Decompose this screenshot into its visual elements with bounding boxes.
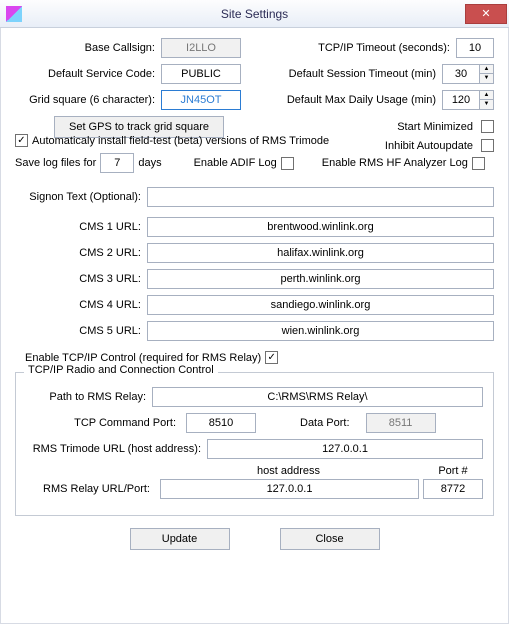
rms-path-label: Path to RMS Relay: <box>26 391 146 403</box>
cms5-label: CMS 5 URL: <box>15 325 141 337</box>
cmd-port-label: TCP Command Port: <box>26 417 176 429</box>
tcp-timeout-field[interactable] <box>456 38 494 58</box>
trimode-url-field[interactable] <box>207 439 483 459</box>
enable-tcpctrl-checkbox[interactable]: ✓ <box>265 351 278 364</box>
max-daily-stepper[interactable]: ▲▼ <box>442 90 494 110</box>
max-daily-field[interactable] <box>442 90 480 110</box>
tcp-timeout-label: TCP/IP Timeout (seconds): <box>318 42 450 54</box>
trimode-url-label: RMS Trimode URL (host address): <box>26 443 201 455</box>
base-callsign-label: Base Callsign: <box>15 42 155 54</box>
cms2-label: CMS 2 URL: <box>15 247 141 259</box>
enable-adif-checkbox[interactable] <box>281 157 294 170</box>
save-log-label-pre: Save log files for <box>15 157 96 169</box>
start-minimized-checkbox[interactable] <box>481 120 494 133</box>
save-log-label-post: days <box>138 157 161 169</box>
window-title: Site Settings <box>0 7 509 21</box>
inhibit-autoupdate-checkbox[interactable] <box>481 139 494 152</box>
cms1-field[interactable] <box>147 217 494 237</box>
service-code-label: Default Service Code: <box>15 68 155 80</box>
grid-field[interactable] <box>161 90 241 110</box>
save-log-days-field[interactable] <box>100 153 134 173</box>
relay-url-field[interactable] <box>160 479 419 499</box>
service-code-field[interactable] <box>161 64 241 84</box>
auto-install-checkbox[interactable]: ✓ <box>15 134 28 147</box>
enable-analyzer-label: Enable RMS HF Analyzer Log <box>322 157 468 169</box>
enable-analyzer-checkbox[interactable] <box>472 157 485 170</box>
grid-label: Grid square (6 character): <box>15 94 155 106</box>
cms3-label: CMS 3 URL: <box>15 273 141 285</box>
signon-field[interactable] <box>147 187 494 207</box>
client-area: Base Callsign: Default Service Code: Gri… <box>0 28 509 624</box>
cms5-field[interactable] <box>147 321 494 341</box>
session-timeout-stepper[interactable]: ▲▼ <box>442 64 494 84</box>
cms1-label: CMS 1 URL: <box>15 221 141 233</box>
cms4-field[interactable] <box>147 295 494 315</box>
titlebar: Site Settings ✕ <box>0 0 509 28</box>
enable-tcpctrl-label: Enable TCP/IP Control (required for RMS … <box>25 352 261 364</box>
tcpctrl-group: TCP/IP Radio and Connection Control Path… <box>15 372 494 516</box>
start-minimized-label: Start Minimized <box>397 121 473 133</box>
update-button[interactable]: Update <box>130 528 230 550</box>
host-address-header: host address <box>154 465 423 477</box>
relay-port-field[interactable] <box>423 479 483 499</box>
tcpctrl-legend: TCP/IP Radio and Connection Control <box>24 364 218 376</box>
signon-label: Signon Text (Optional): <box>15 191 141 203</box>
session-timeout-field[interactable] <box>442 64 480 84</box>
close-button[interactable]: Close <box>280 528 380 550</box>
cms4-label: CMS 4 URL: <box>15 299 141 311</box>
auto-install-label: Automaticaly install field-test (beta) v… <box>32 135 329 147</box>
data-port-field <box>366 413 436 433</box>
port-header: Port # <box>423 465 483 477</box>
session-timeout-label: Default Session Timeout (min) <box>289 68 436 80</box>
cmd-port-field[interactable] <box>186 413 256 433</box>
cms3-field[interactable] <box>147 269 494 289</box>
spinner-icon[interactable]: ▲▼ <box>480 90 494 110</box>
inhibit-autoupdate-label: Inhibit Autoupdate <box>385 140 473 152</box>
max-daily-label: Default Max Daily Usage (min) <box>287 94 436 106</box>
cms2-field[interactable] <box>147 243 494 263</box>
base-callsign-field <box>161 38 241 58</box>
enable-adif-label: Enable ADIF Log <box>194 157 277 169</box>
relay-url-label: RMS Relay URL/Port: <box>26 483 150 495</box>
rms-path-field[interactable] <box>152 387 483 407</box>
spinner-icon[interactable]: ▲▼ <box>480 64 494 84</box>
data-port-label: Data Port: <box>300 417 350 429</box>
